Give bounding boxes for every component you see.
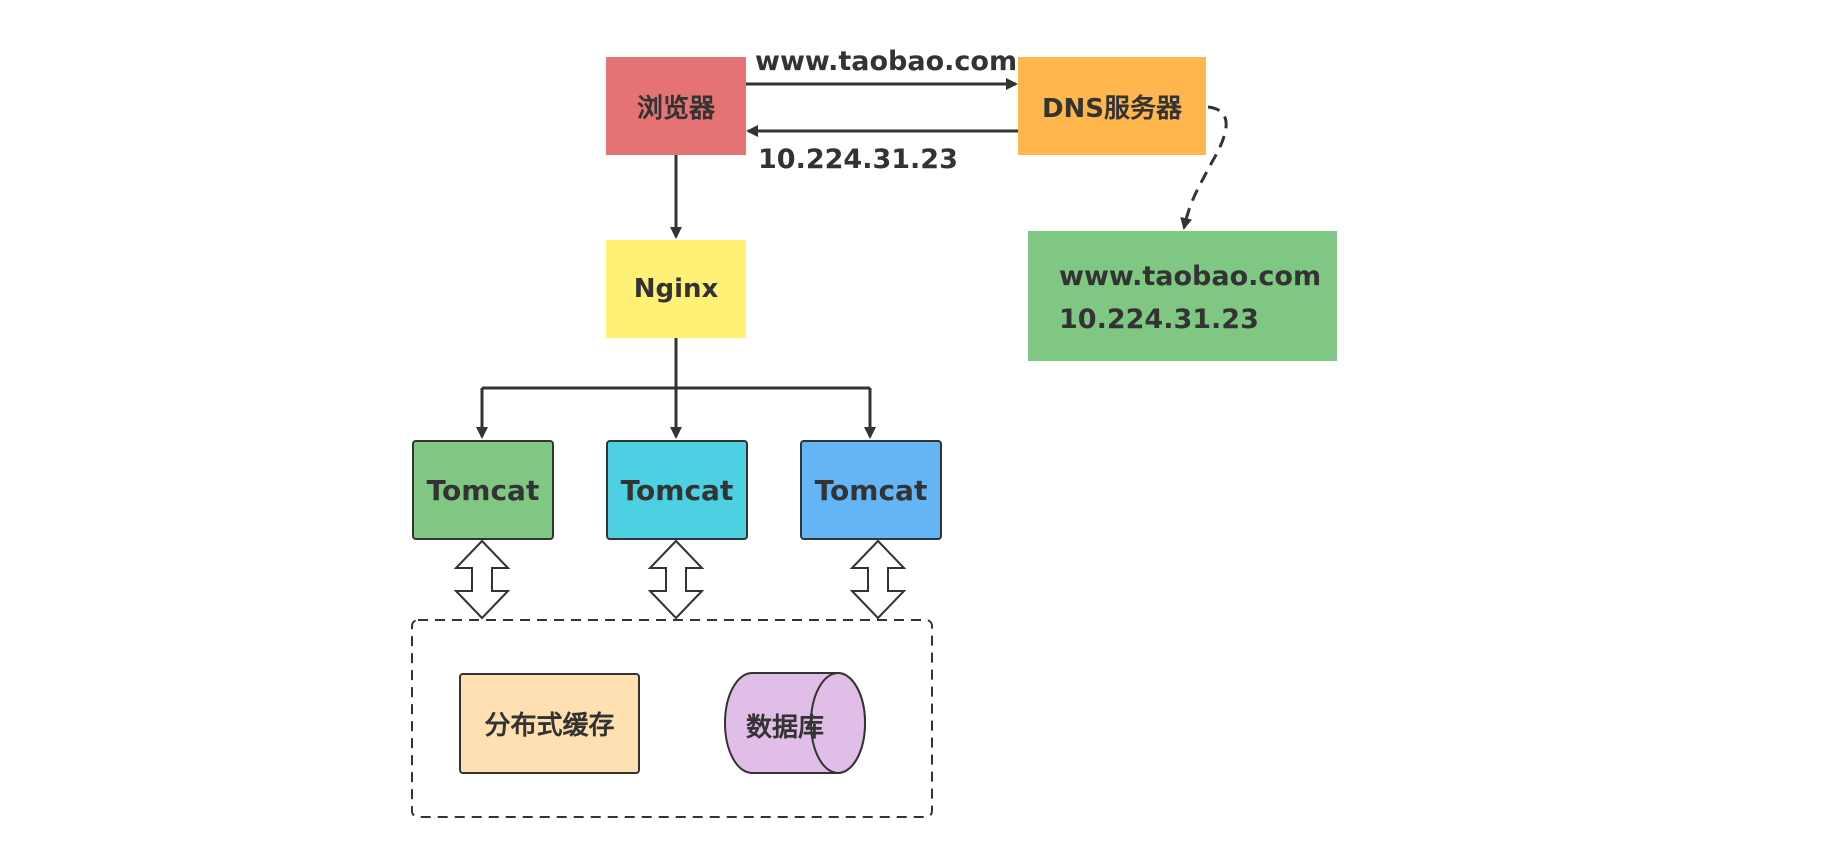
distributed-cache-node: 分布式缓存 [459, 673, 640, 774]
double-arrow-1 [453, 539, 511, 620]
database-label: 数据库 [745, 712, 824, 743]
request-label: www.taobao.com [755, 46, 1018, 77]
tomcat-node-2: Tomcat [606, 440, 748, 540]
tomcat-node-1: Tomcat [412, 440, 554, 540]
connectors [411, 78, 1228, 818]
dns-record-ip: 10.224.31.23 [1059, 304, 1259, 335]
dns-record-domain: www.taobao.com [1059, 261, 1322, 292]
dns-record-node: www.taobao.com 10.224.31.23 [1028, 231, 1337, 361]
nginx-to-tomcat-arrows [476, 338, 876, 439]
double-arrow-3 [849, 539, 907, 620]
double-arrow-2 [647, 539, 705, 620]
dns-server-node: DNS服务器 [1018, 57, 1206, 155]
response-label: 10.224.31.23 [758, 144, 958, 175]
architecture-diagram: www.taobao.com 10.224.31.23 浏览器 DNS服务器 N… [0, 0, 1823, 852]
browser-node: 浏览器 [606, 57, 746, 155]
nginx-node: Nginx [606, 240, 746, 338]
tomcat-node-3: Tomcat [800, 440, 942, 540]
